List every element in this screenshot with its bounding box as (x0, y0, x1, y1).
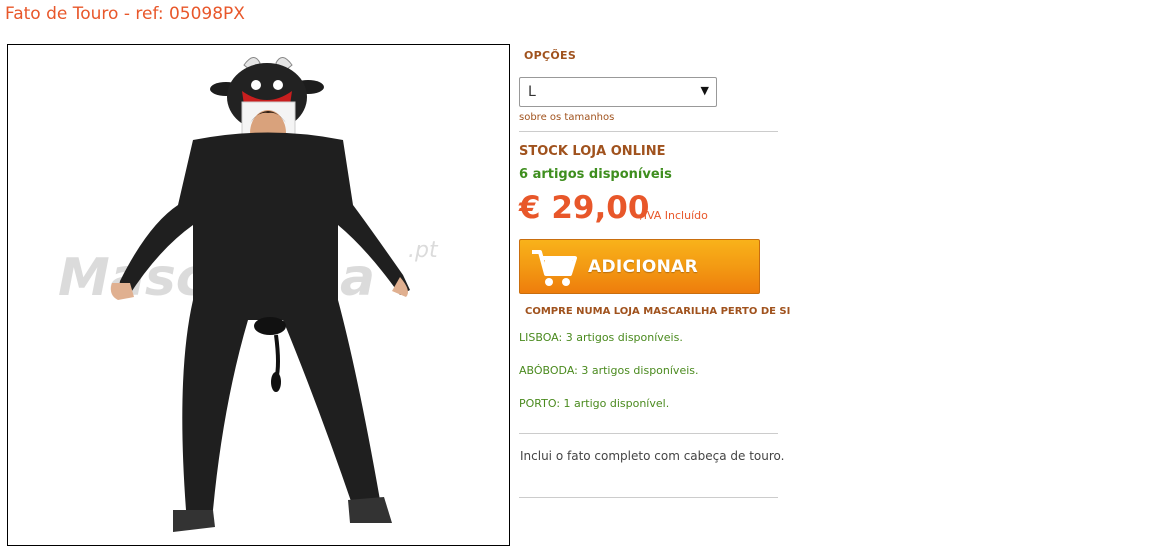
divider (519, 131, 778, 132)
store-abobada: ABÓBODA: 3 artigos disponíveis. (519, 364, 699, 377)
vat-note: /IVA Incluído (640, 209, 708, 222)
product-image[interactable]: Mascarilha .pt (7, 44, 510, 546)
add-to-cart-button[interactable]: ADICIONAR (519, 239, 760, 294)
store-lisboa: LISBOA: 3 artigos disponíveis. (519, 331, 683, 344)
divider (519, 433, 778, 434)
price-value: € 29,00 (519, 190, 650, 226)
bull-suit-body (110, 132, 410, 532)
svg-text:.pt: .pt (408, 238, 439, 263)
stock-available: 6 artigos disponíveis (519, 167, 672, 182)
page-title: Fato de Touro - ref: 05098PX (5, 4, 245, 24)
cart-icon (532, 250, 577, 286)
size-select-value: L (528, 84, 536, 100)
store-porto: PORTO: 1 artigo disponível. (519, 397, 670, 410)
size-guide-link[interactable]: sobre os tamanhos (519, 112, 614, 123)
size-select[interactable]: L ▼ (519, 77, 717, 107)
divider (519, 497, 778, 498)
product-description: Inclui o fato completo com cabeça de tou… (520, 449, 785, 463)
stock-title: STOCK LOJA ONLINE (519, 144, 666, 159)
options-label: OPÇÕES (524, 49, 577, 62)
bull-costume-illustration: Mascarilha .pt (58, 57, 439, 532)
dropdown-arrow-icon: ▼ (700, 84, 709, 97)
add-button-label: ADICIONAR (588, 257, 699, 277)
local-stores-title: COMPRE NUMA LOJA MASCARILHA PERTO DE SI (525, 306, 791, 317)
